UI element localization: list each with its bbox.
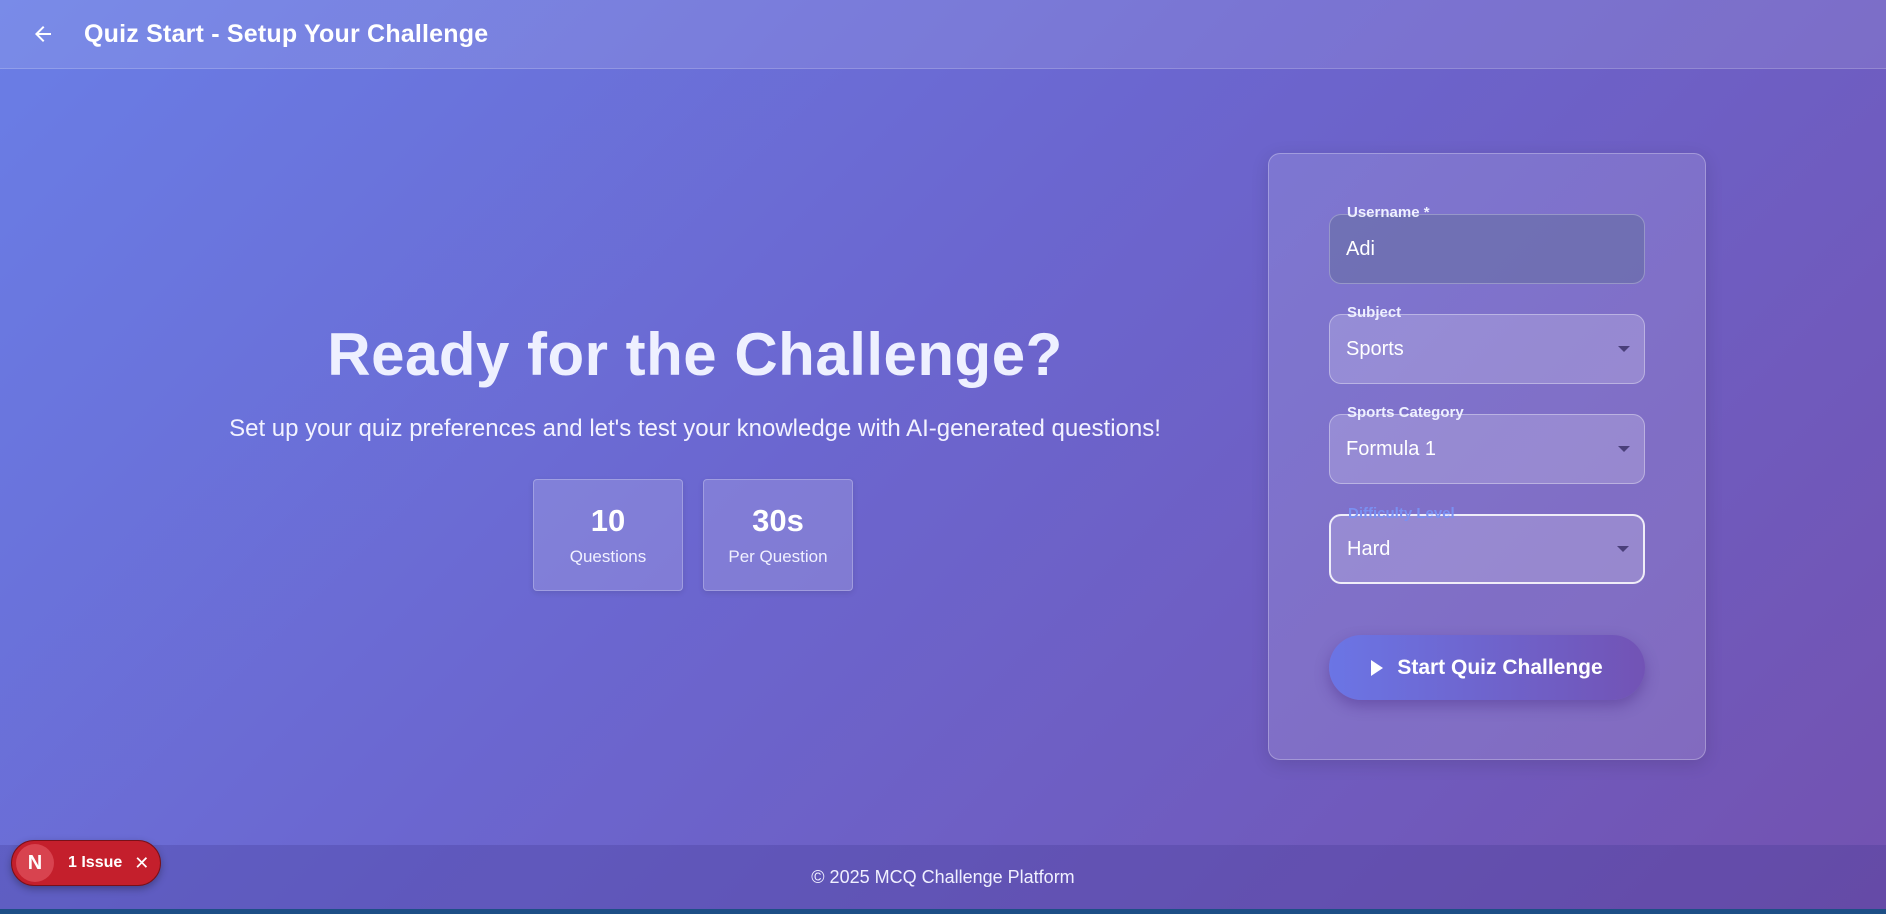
nextjs-logo-icon: N	[16, 844, 54, 882]
arrow-left-icon	[35, 26, 51, 42]
sports-category-value: Formula 1	[1346, 437, 1437, 460]
dropdown-arrow-icon	[1618, 446, 1630, 452]
stat-card-questions: 10 Questions	[533, 479, 683, 591]
start-quiz-button[interactable]: Start Quiz Challenge	[1329, 635, 1645, 700]
footer-copyright: © 2025 MCQ Challenge Platform	[811, 866, 1075, 887]
hero-subheading: Set up your quiz preferences and let's t…	[229, 415, 1161, 442]
dropdown-arrow-icon	[1618, 346, 1630, 352]
app-bar: Quiz Start - Setup Your Challenge	[0, 0, 1886, 69]
hero-heading: Ready for the Challenge?	[327, 321, 1063, 388]
stat-value: 10	[590, 503, 626, 538]
bottom-border	[0, 909, 1886, 914]
close-icon[interactable]: ✕	[134, 853, 149, 874]
page-title: Quiz Start - Setup Your Challenge	[84, 19, 489, 48]
dropdown-arrow-icon	[1617, 546, 1629, 552]
subject-value: Sports	[1346, 337, 1404, 360]
start-quiz-label: Start Quiz Challenge	[1397, 655, 1603, 679]
stat-card-time: 30s Per Question	[703, 479, 853, 591]
subject-select[interactable]: Subject Sports	[1329, 304, 1645, 384]
setup-form-panel: Username * Adi Subject Sports Sports Cat…	[1268, 153, 1706, 760]
username-value[interactable]: Adi	[1346, 215, 1375, 283]
hero-section: Ready for the Challenge? Set up your qui…	[140, 320, 1250, 443]
sports-category-select[interactable]: Sports Category Formula 1	[1329, 404, 1645, 484]
username-field[interactable]: Username * Adi	[1329, 204, 1645, 284]
play-icon	[1371, 659, 1384, 676]
back-button[interactable]	[19, 10, 67, 58]
dev-issues-badge[interactable]: N 1 Issue ✕	[11, 840, 161, 886]
stat-label: Per Question	[728, 547, 828, 566]
footer: © 2025 MCQ Challenge Platform	[0, 845, 1886, 909]
quiz-stats: 10 Questions 30s Per Question	[533, 479, 853, 591]
difficulty-select[interactable]: Difficulty Level Hard	[1329, 505, 1645, 584]
stat-label: Questions	[569, 547, 647, 566]
issue-count-label[interactable]: 1 Issue	[68, 854, 122, 872]
stat-value: 30s	[752, 503, 804, 538]
difficulty-value: Hard	[1347, 537, 1391, 560]
